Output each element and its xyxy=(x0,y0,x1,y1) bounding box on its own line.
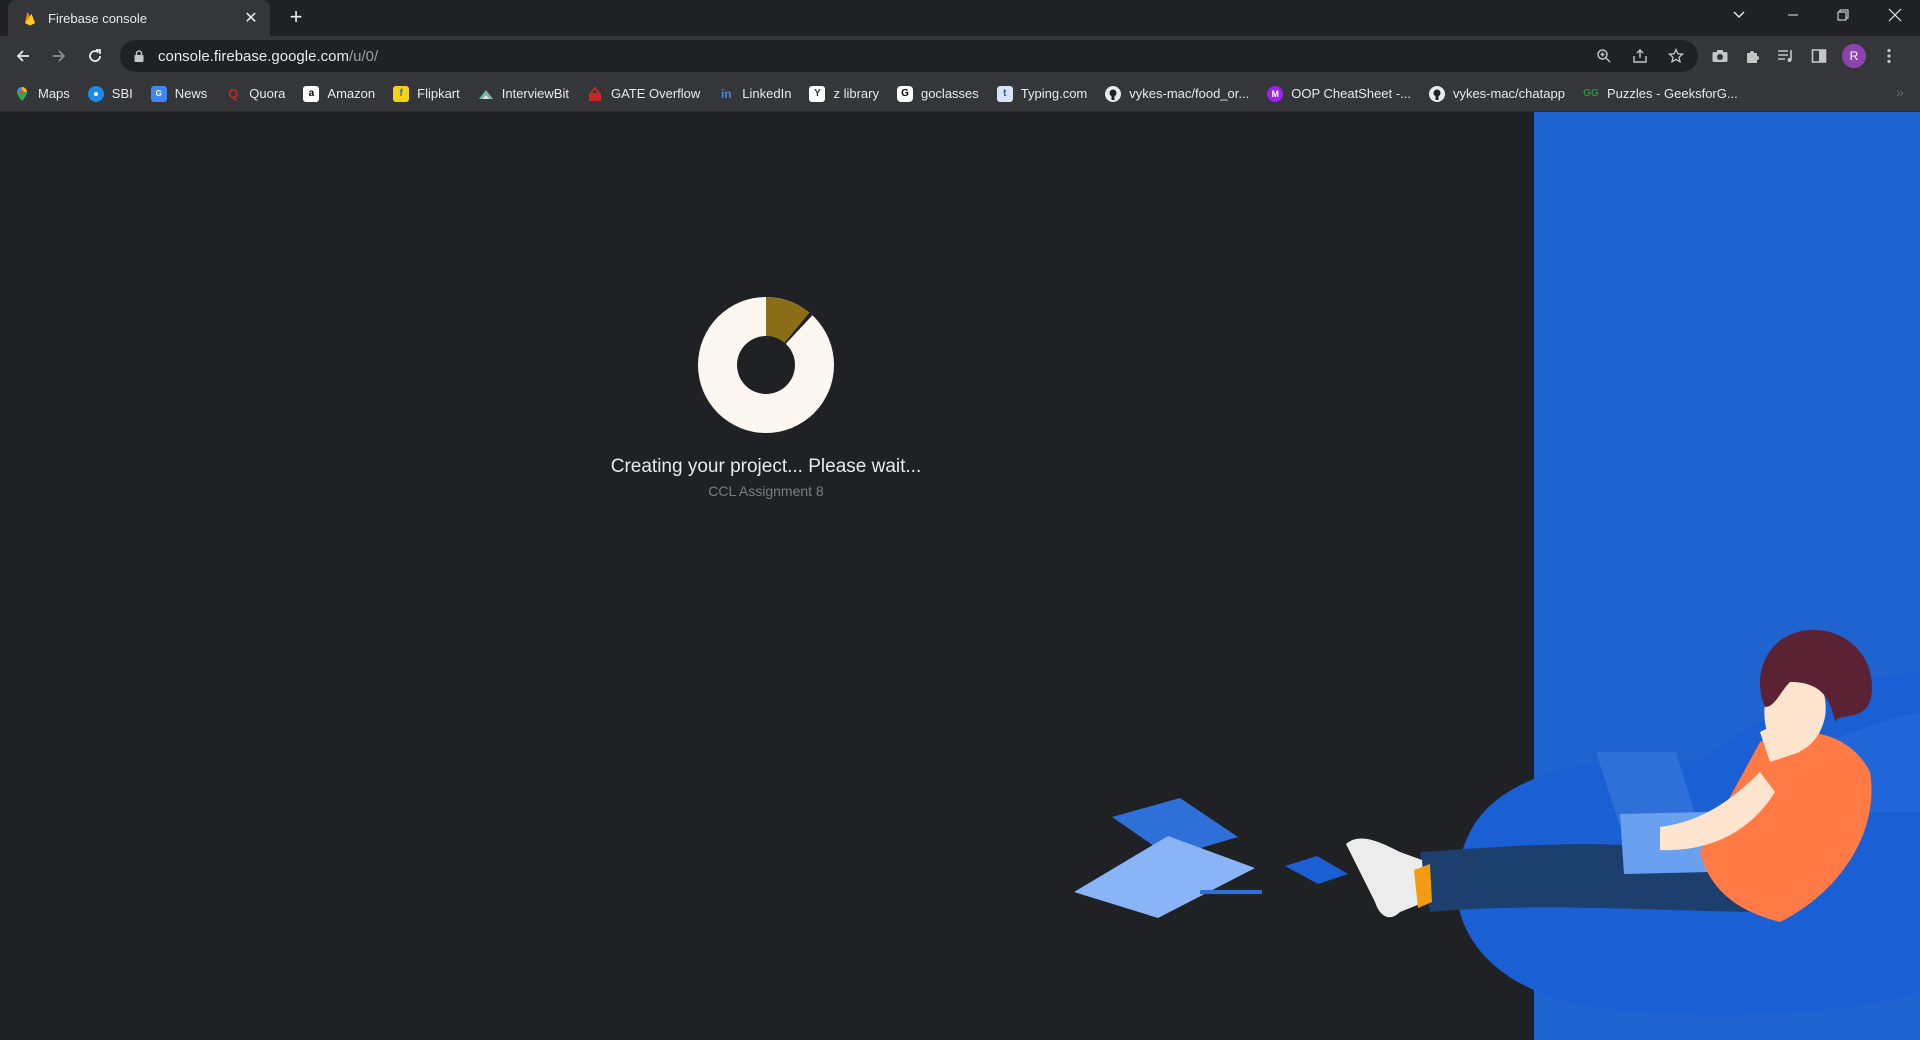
forward-icon[interactable] xyxy=(42,39,76,73)
github-icon xyxy=(1105,85,1122,102)
tab-title: Firebase console xyxy=(48,10,147,26)
extensions-icon[interactable] xyxy=(1743,46,1763,66)
tab-search-icon[interactable] xyxy=(1716,0,1762,30)
illustration-panel xyxy=(1534,112,1920,1040)
star-icon[interactable] xyxy=(1666,46,1686,66)
bookmark-github-chatapp[interactable]: vykes-mac/chatapp xyxy=(1428,85,1565,102)
bookmarks-overflow-icon[interactable]: » xyxy=(1896,84,1904,100)
url-text[interactable]: console.firebase.google.com/u/0/ xyxy=(158,48,378,65)
bookmark-goclasses[interactable]: G goclasses xyxy=(896,85,979,102)
bookmark-flipkart[interactable]: f Flipkart xyxy=(393,85,460,102)
zoom-icon[interactable] xyxy=(1594,46,1614,66)
bookmarks-bar: Maps SBI G News Q Quora a Amazon f Flipk… xyxy=(0,76,1920,112)
bookmark-github-food[interactable]: vykes-mac/food_or... xyxy=(1105,85,1250,102)
bookmark-news[interactable]: G News xyxy=(150,85,208,102)
firebase-icon xyxy=(25,12,35,26)
bookmark-puzzles-gfg[interactable]: GG Puzzles - GeeksforG... xyxy=(1583,86,1738,102)
typing-icon: t xyxy=(996,85,1013,102)
url-host: console.firebase.google.com xyxy=(158,47,349,65)
url-path: /u/0/ xyxy=(348,47,379,65)
gate-overflow-icon xyxy=(587,85,603,102)
bookmark-oop-cheatsheet[interactable]: M OOP CheatSheet -... xyxy=(1267,85,1411,102)
address-bar[interactable]: console.firebase.google.com/u/0/ xyxy=(120,40,1698,72)
camera-icon[interactable] xyxy=(1710,46,1730,66)
back-icon[interactable] xyxy=(6,39,40,73)
quora-icon: Q xyxy=(228,86,239,101)
m-icon: M xyxy=(1267,85,1284,102)
tab-strip: Firebase console ✕ + xyxy=(0,0,1920,36)
bookmark-interviewbit[interactable]: InterviewBit xyxy=(478,86,569,102)
bookmark-label: GATE Overflow xyxy=(610,86,701,101)
page-content: Creating your project... Please wait... … xyxy=(0,112,1920,1040)
bookmark-label: InterviewBit xyxy=(501,86,569,101)
progress-loader xyxy=(698,297,834,433)
bookmark-label: z library xyxy=(833,86,879,101)
new-tab-button[interactable]: + xyxy=(284,6,308,30)
bookmark-label: Amazon xyxy=(327,86,376,101)
bookmark-label: Typing.com xyxy=(1020,86,1088,101)
linkedin-icon: in xyxy=(720,86,732,101)
bookmark-label: Puzzles - GeeksforG... xyxy=(1606,86,1738,101)
bookmark-typing[interactable]: t Typing.com xyxy=(996,85,1088,102)
amazon-icon: a xyxy=(303,85,320,102)
github-icon xyxy=(1428,85,1445,102)
sbi-icon xyxy=(87,85,104,102)
menu-icon[interactable] xyxy=(1879,46,1899,66)
side-panel-icon[interactable] xyxy=(1809,46,1829,66)
bookmark-quora[interactable]: Q Quora xyxy=(225,86,285,102)
tab-close-icon[interactable]: ✕ xyxy=(242,8,260,28)
bookmark-gate-overflow[interactable]: GATE Overflow xyxy=(587,85,701,102)
zlibrary-icon: Y xyxy=(809,85,826,102)
maps-icon xyxy=(14,86,30,102)
profile-avatar[interactable]: R xyxy=(1842,44,1866,68)
bookmark-label: SBI xyxy=(111,86,133,101)
reading-list-icon[interactable] xyxy=(1776,46,1796,66)
bookmark-sbi[interactable]: SBI xyxy=(87,85,133,102)
bookmark-label: Maps xyxy=(38,86,70,101)
bookmark-amazon[interactable]: a Amazon xyxy=(303,85,376,102)
restore-icon[interactable] xyxy=(1820,0,1866,30)
browser-toolbar: console.firebase.google.com/u/0/ R xyxy=(0,36,1920,76)
tab-firebase-console[interactable]: Firebase console ✕ xyxy=(8,0,270,36)
bookmark-maps[interactable]: Maps xyxy=(14,86,70,102)
status-message: Creating your project... Please wait... xyxy=(610,456,922,477)
bookmark-label: OOP CheatSheet -... xyxy=(1291,86,1411,101)
bookmark-linkedin[interactable]: in LinkedIn xyxy=(718,86,792,102)
share-icon[interactable] xyxy=(1630,46,1650,66)
bookmark-label: vykes-mac/chatapp xyxy=(1452,86,1565,101)
bookmark-label: Quora xyxy=(249,86,286,101)
close-icon[interactable] xyxy=(1872,0,1918,30)
interviewbit-icon xyxy=(478,86,494,102)
bookmark-label: LinkedIn xyxy=(742,86,792,101)
lock-icon[interactable] xyxy=(132,49,146,63)
bookmark-zlibrary[interactable]: Y z library xyxy=(809,85,879,102)
bookmark-label: Flipkart xyxy=(417,86,460,101)
bookmark-label: News xyxy=(174,86,208,101)
project-name: CCL Assignment 8 xyxy=(708,483,824,499)
minimize-icon[interactable] xyxy=(1770,0,1816,30)
news-icon: G xyxy=(150,85,167,102)
flipkart-icon: f xyxy=(393,85,410,102)
bookmark-label: vykes-mac/food_or... xyxy=(1129,86,1250,101)
goclasses-icon: G xyxy=(896,85,913,102)
geeksforgeeks-icon: GG xyxy=(1583,88,1599,99)
reload-icon[interactable] xyxy=(78,39,112,73)
bookmark-label: goclasses xyxy=(920,86,979,101)
